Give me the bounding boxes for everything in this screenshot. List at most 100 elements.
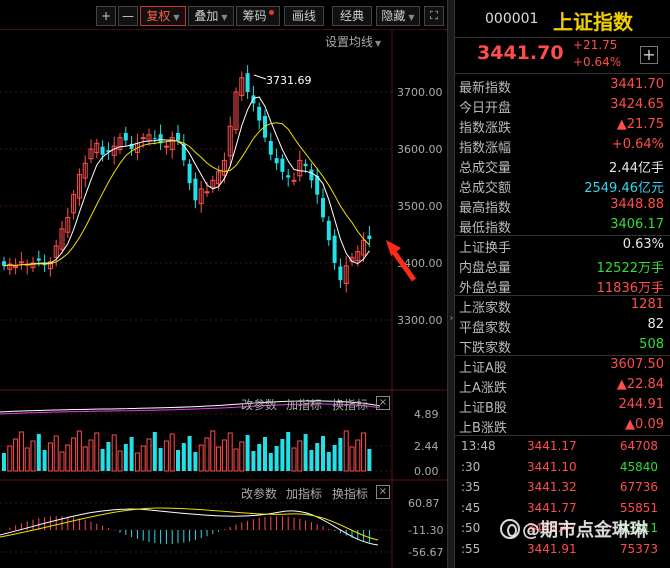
quote-row: 外盘总量 11836万手 (455, 276, 670, 296)
close-icon[interactable]: × (376, 485, 390, 499)
candle-body (163, 145, 169, 148)
quote-row-label: 内盘总量 (459, 261, 512, 276)
quote-row-label: 最低指数 (459, 221, 512, 236)
candle-body (18, 261, 24, 264)
switch-indicator-link[interactable]: 换指标 (332, 396, 368, 413)
volume-bar (251, 451, 256, 471)
volume-bar (158, 448, 163, 471)
tick-time: :30 (461, 459, 481, 474)
candle-body (274, 158, 279, 164)
price-tick-label: 3500.00 (397, 200, 443, 213)
volume-bar (187, 436, 192, 471)
tick-row: 13:48 3441.17 64708 (455, 437, 670, 457)
tick-row: :30 3441.10 45840 (455, 458, 670, 478)
panel-splitter[interactable]: › (447, 0, 455, 568)
add-watchlist-button[interactable]: + (640, 46, 658, 64)
price-summary: 3441.70 +21.75 +0.64% + (455, 38, 670, 74)
quote-row: 指数涨幅 +0.64% (455, 136, 670, 156)
volume-bar (134, 452, 140, 472)
macd-tick-label: -11.30 (408, 524, 443, 537)
volume-bar (210, 430, 216, 472)
quote-row-value: 244.91 (618, 397, 665, 412)
quote-row: 上A涨跌 ▲22.84 (455, 376, 670, 396)
quote-row: 上涨家数 1281 (455, 296, 670, 316)
watermark: @期市点金琳琳 (500, 516, 648, 542)
chevron-right-icon[interactable]: › (448, 308, 455, 330)
volume-bar (146, 438, 152, 472)
volume-bar (100, 449, 105, 471)
volume-bar (18, 431, 24, 472)
quote-row-value: 508 (639, 337, 664, 352)
candle-body (309, 169, 314, 181)
quote-row-label: 上B涨跌 (459, 421, 507, 436)
candle-body (204, 191, 210, 194)
modify-params-link[interactable]: 改参数 (241, 485, 277, 502)
tick-price: 3441.10 (527, 459, 577, 474)
ma10-line (3, 122, 370, 267)
volume-bar (176, 450, 180, 471)
quote-header: 000001 上证指数 (455, 0, 670, 38)
volume-bar (245, 435, 250, 471)
volume-bar (169, 433, 175, 472)
close-icon[interactable]: × (376, 396, 390, 410)
candle-body (303, 163, 308, 167)
quote-row: 上证换手 0.63% (455, 236, 670, 256)
quote-row-value: 2.44亿手 (609, 161, 664, 176)
tick-time: :45 (461, 500, 481, 515)
quote-row-value: ▲22.84 (616, 377, 664, 392)
quote-row: 最新指数 3441.70 (455, 76, 670, 96)
quote-row: 下跌家数 508 (455, 336, 670, 356)
quote-row-value: 3441.70 (610, 77, 664, 92)
volume-bar (227, 432, 233, 472)
volume-bar (106, 442, 111, 471)
tick-vol: 75373 (619, 541, 658, 556)
add-indicator-link[interactable]: 加指标 (286, 396, 322, 413)
volume-panel-header: 改参数 加指标 换指标 × (0, 394, 447, 412)
volume-bar (221, 439, 227, 472)
volume-bar (82, 446, 88, 472)
volume-bar (13, 438, 19, 472)
modify-params-link[interactable]: 改参数 (241, 396, 277, 413)
watermark-text: @期市点金琳琳 (522, 520, 648, 541)
candle-body (367, 235, 372, 240)
candle-body (338, 266, 343, 281)
quote-row: 内盘总量 12522万手 (455, 256, 670, 276)
quote-row-label: 上涨家数 (459, 301, 512, 316)
quote-row-value: ▲0.09 (625, 417, 664, 432)
quote-row-label: 平盘家数 (459, 321, 512, 336)
volume-bar (76, 430, 82, 472)
add-indicator-link[interactable]: 加指标 (286, 485, 322, 502)
quote-row-label: 下跌家数 (459, 341, 512, 356)
volume-bar (53, 435, 59, 472)
quote-row-label: 最高指数 (459, 201, 512, 216)
volume-tick-label: 2.44 (414, 440, 439, 453)
switch-indicator-link[interactable]: 换指标 (332, 485, 368, 502)
volume-bar (204, 437, 210, 472)
quote-row-value: 3448.88 (610, 197, 664, 212)
tick-row: :55 3441.91 75373 (455, 540, 670, 560)
quote-row: 上B涨跌 ▲0.09 (455, 416, 670, 436)
quote-row: 上证B股 244.91 (455, 396, 670, 416)
volume-bar (349, 446, 355, 472)
candle-body (332, 235, 337, 263)
volume-bar (263, 437, 267, 471)
divider (455, 435, 670, 436)
volume-bar (198, 444, 204, 472)
macd-panel-header: 改参数 加指标 换指标 × (0, 483, 447, 501)
volume-bar (59, 451, 65, 472)
volume-bar (355, 439, 361, 472)
candle-body (100, 146, 105, 155)
quote-row-value: 3406.17 (610, 217, 664, 232)
tick-vol: 45840 (619, 459, 658, 474)
quote-row-label: 最新指数 (459, 81, 512, 96)
candle-body (286, 175, 291, 178)
tick-vol: 64708 (619, 439, 658, 453)
volume-bar (129, 437, 134, 471)
quote-row-value: 3607.50 (610, 357, 664, 372)
last-price: 3441.70 (477, 42, 564, 64)
volume-bar (117, 450, 123, 472)
ma5-line (3, 96, 370, 267)
volume-bar (286, 432, 291, 471)
quote-row: 指数涨跌 ▲21.75 (455, 116, 670, 136)
price-tick-label: 3600.00 (397, 143, 443, 156)
